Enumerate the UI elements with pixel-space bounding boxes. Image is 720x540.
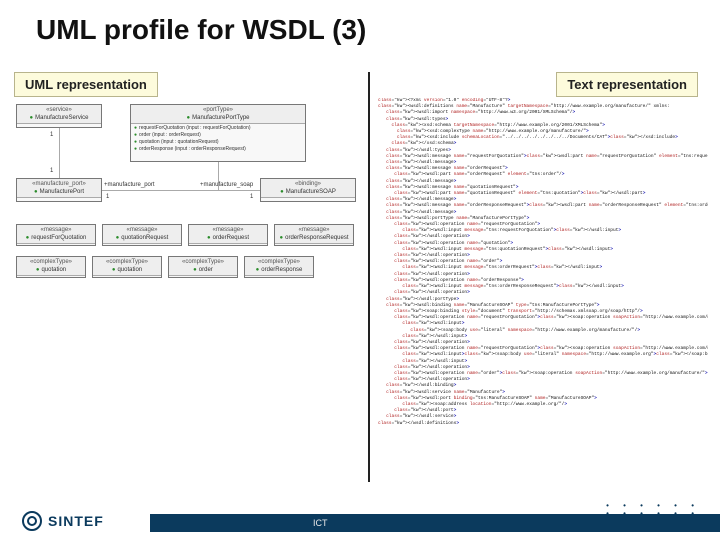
op: requestForQuotation (input : requestForQ… <box>134 125 302 132</box>
multiplicity: 1 <box>106 194 109 200</box>
class-name: quotation <box>112 267 142 273</box>
label-uml-representation: UML representation <box>14 72 158 97</box>
uml-message-box: «message» orderRequest <box>188 224 268 246</box>
xml-text-representation: class="kw"><?xml version="1.0" encoding=… <box>378 98 708 428</box>
class-name: requestForQuotation <box>26 235 87 241</box>
assoc-line <box>59 128 60 178</box>
uml-complextype-box: «complexType» quotation <box>16 256 86 278</box>
uml-box-header: «portType» ManufacturePortType <box>131 105 305 124</box>
class-name: ManufacturePort <box>34 189 84 195</box>
op: quotation (input : quotationRequest) <box>134 139 302 146</box>
op: order (input : orderRequest) <box>134 132 302 139</box>
op: orderResponse (input : orderResponseRequ… <box>134 146 302 153</box>
stereotype: «portType» <box>203 107 233 113</box>
class-name: orderResponseRequest <box>280 235 349 241</box>
footer: • • • • • • • • • • • • ICT SINTEF <box>0 500 720 540</box>
stereotype: «message» <box>212 227 243 233</box>
uml-complextype-box: «complexType» order <box>168 256 238 278</box>
multiplicity: 1 <box>250 194 253 200</box>
footer-bar <box>150 514 720 532</box>
class-name: orderRequest <box>207 235 249 241</box>
uml-service-box: «service» ManufactureService <box>16 104 102 128</box>
uml-port-box: «manufacture_port» ManufacturePort <box>16 178 102 202</box>
uml-message-box: «message» requestForQuotation <box>16 224 96 246</box>
label-text-representation: Text representation <box>556 72 698 97</box>
brand-name: SINTEF <box>48 513 104 529</box>
logo-icon <box>22 511 42 531</box>
uml-porttype-box: «portType» ManufacturePortType requestFo… <box>130 104 306 162</box>
uml-message-box: «message» orderResponseRequest <box>274 224 354 246</box>
stereotype: «binding» <box>295 181 321 187</box>
class-name: ManufactureService <box>30 115 89 121</box>
uml-box-header: «binding» ManufactureSOAP <box>261 179 355 198</box>
stereotype: «complexType» <box>106 259 148 265</box>
uml-box-header: «manufacture_port» ManufacturePort <box>17 179 101 198</box>
assoc-label: +manufacture_port <box>104 182 155 188</box>
stereotype: «manufacture_port» <box>32 181 86 187</box>
class-name: quotationRequest <box>116 235 169 241</box>
stereotype: «message» <box>126 227 157 233</box>
class-name: quotation <box>36 267 66 273</box>
uml-complextype-box: «complexType» orderResponse <box>244 256 314 278</box>
uml-operations: requestForQuotation (input : requestForQ… <box>131 124 305 154</box>
stereotype: «message» <box>40 227 71 233</box>
stereotype: «service» <box>46 107 72 113</box>
slide: UML profile for WSDL (3) UML representat… <box>0 0 720 540</box>
vertical-divider <box>368 72 370 482</box>
uml-complextype-box: «complexType» quotation <box>92 256 162 278</box>
stereotype: «complexType» <box>258 259 300 265</box>
uml-message-box: «message» quotationRequest <box>102 224 182 246</box>
class-name: ManufactureSOAP <box>280 189 336 195</box>
assoc-label: +manufacture_soap <box>200 182 253 188</box>
uml-box-header: «service» ManufactureService <box>17 105 101 124</box>
slide-title: UML profile for WSDL (3) <box>36 14 366 46</box>
uml-diagram: «service» ManufactureService «portType» … <box>10 104 360 344</box>
assoc-line <box>102 190 260 191</box>
footer-unit: ICT <box>313 518 328 528</box>
multiplicity: 1 <box>50 132 53 138</box>
brand-logo: SINTEF <box>22 510 104 532</box>
class-name: ManufacturePortType <box>187 115 250 121</box>
uml-binding-box: «binding» ManufactureSOAP <box>260 178 356 202</box>
stereotype: «complexType» <box>182 259 224 265</box>
stereotype: «complexType» <box>30 259 72 265</box>
multiplicity: 1 <box>50 168 53 174</box>
class-name: orderResponse <box>256 267 303 273</box>
stereotype: «message» <box>298 227 329 233</box>
class-name: order <box>193 267 213 273</box>
